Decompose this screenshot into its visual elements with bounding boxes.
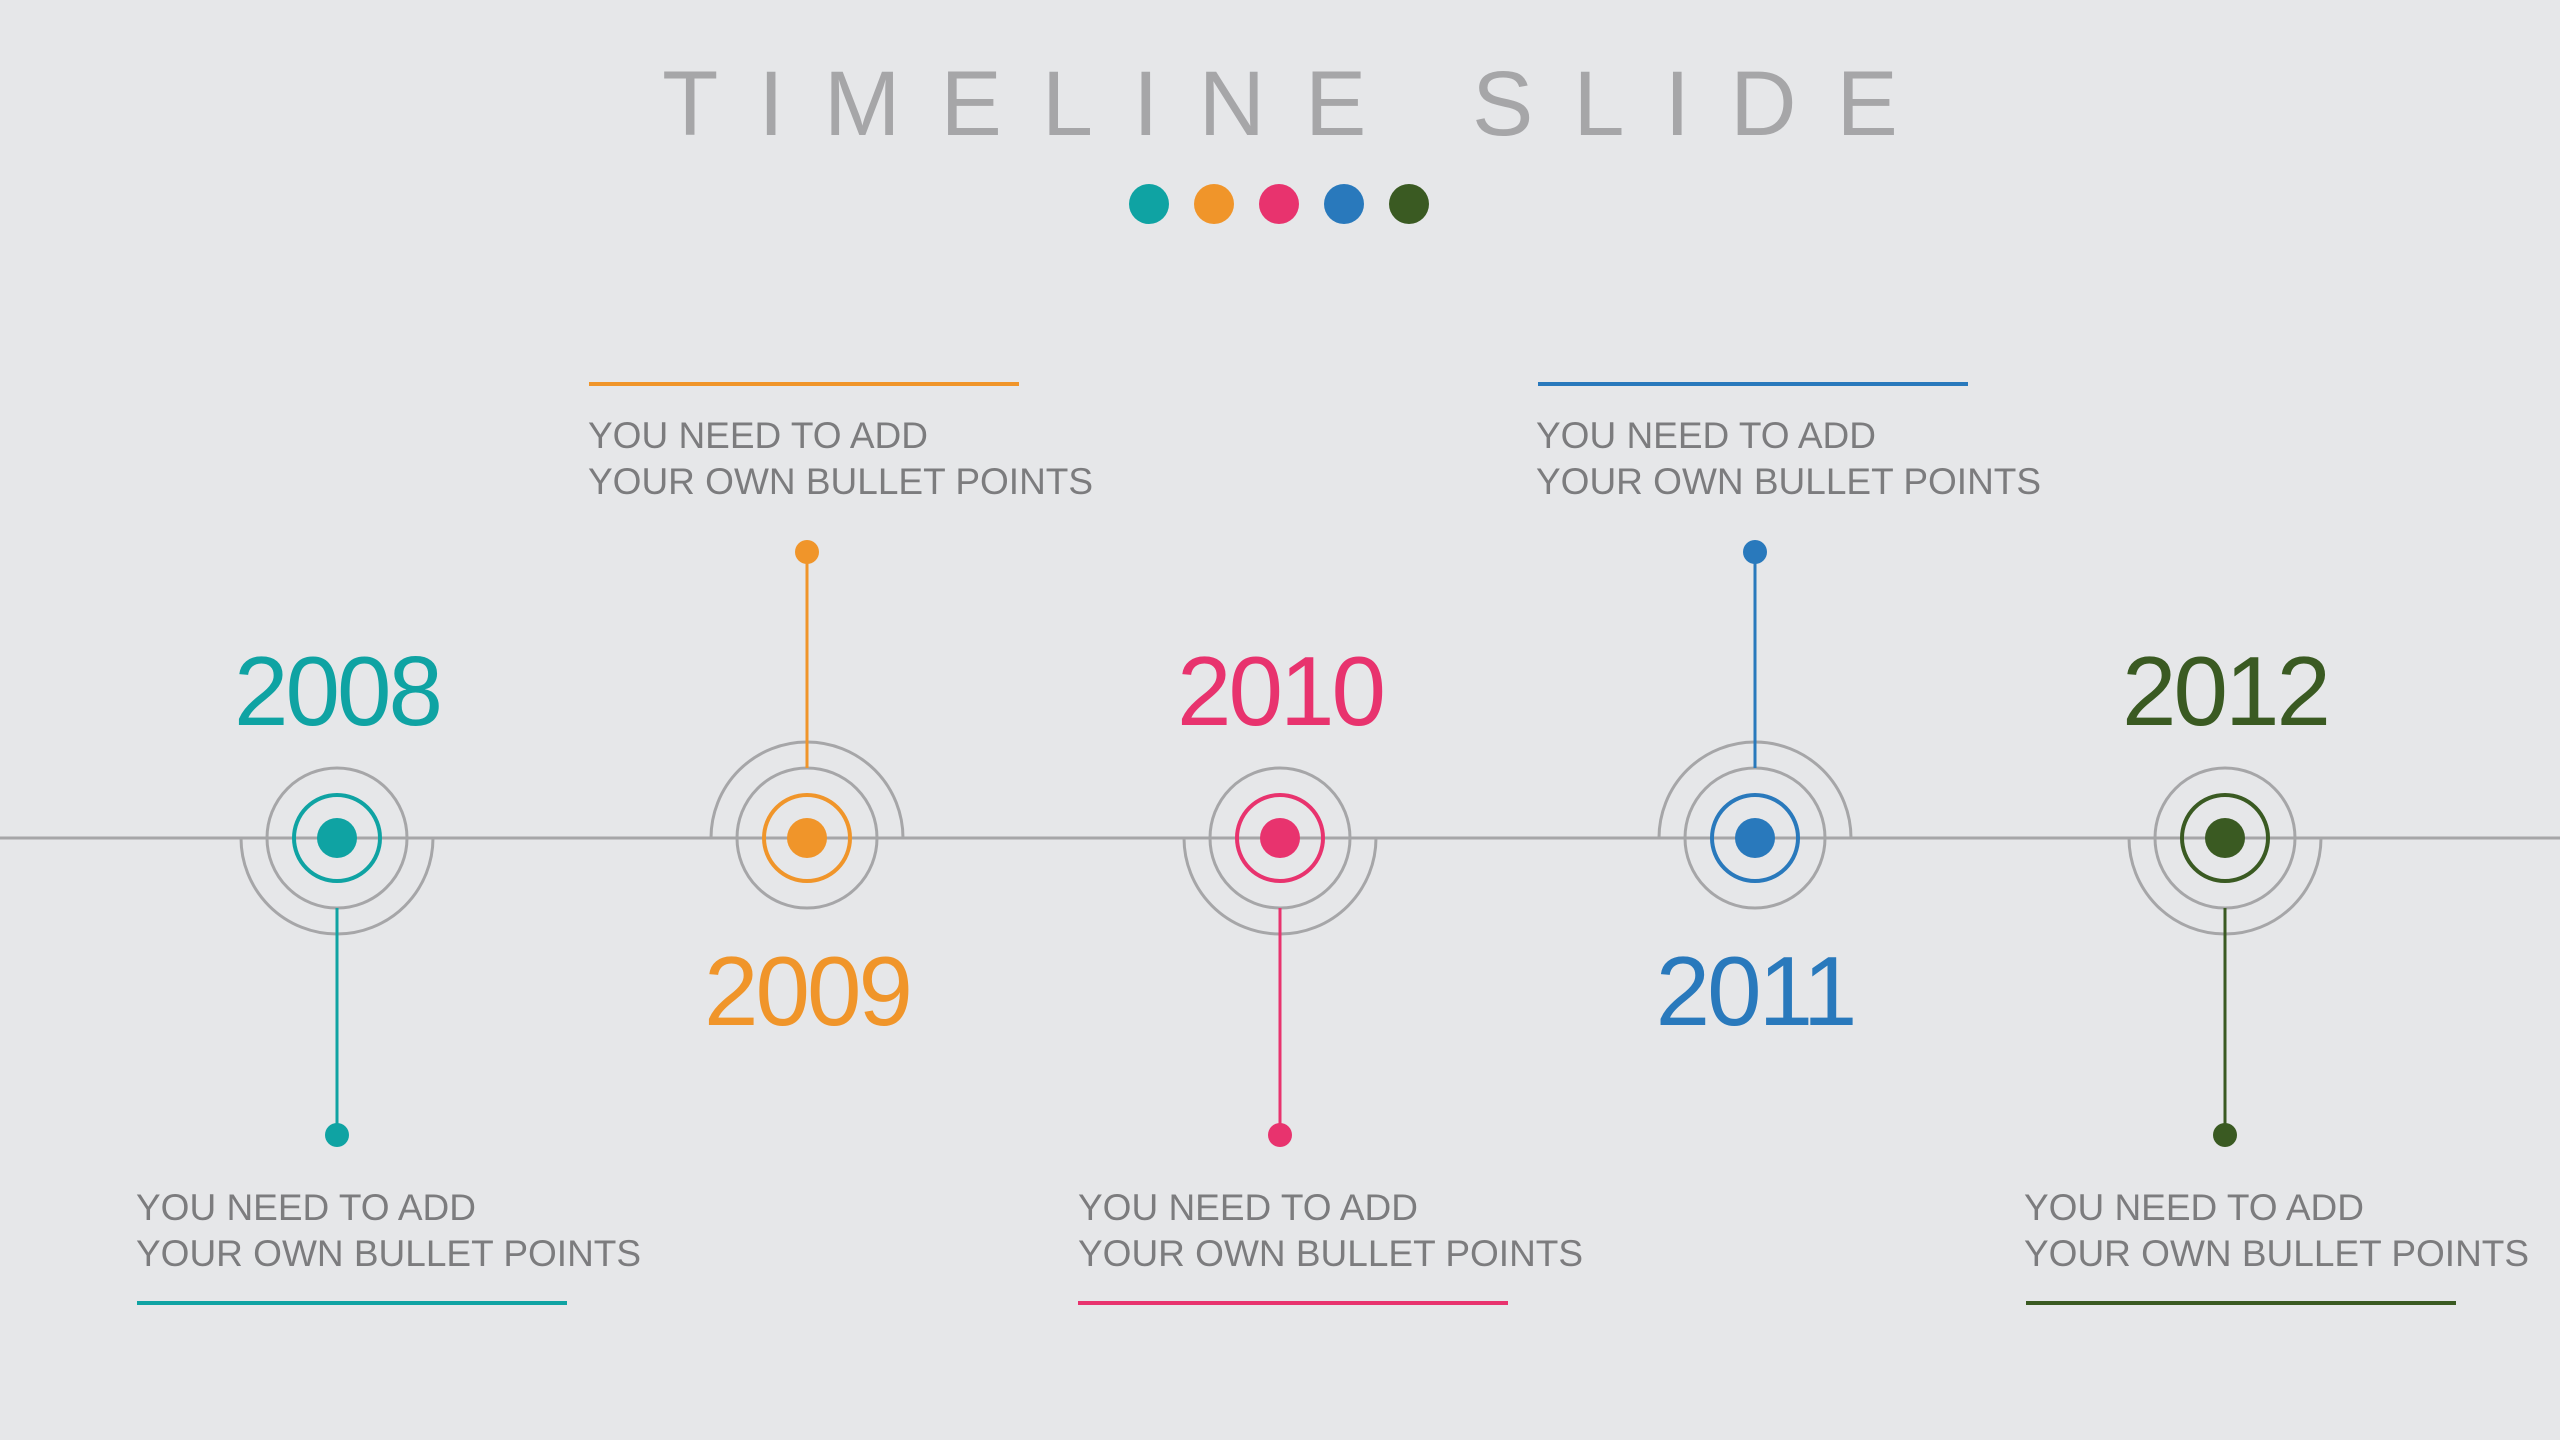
center-dot	[1260, 818, 1300, 858]
bullet-line-2: YOUR OWN BULLET POINTS	[136, 1233, 642, 1274]
center-dot	[1735, 818, 1775, 858]
year-label-2010: 2010	[1176, 636, 1386, 746]
connector-end-dot	[1743, 540, 1767, 564]
bullet-text-2012: YOU NEED TO ADD YOUR OWN BULLET POINTS	[2024, 1185, 2544, 1277]
color-dot-blue	[1324, 184, 1364, 224]
bullet-line-2: YOUR OWN BULLET POINTS	[2024, 1233, 2530, 1274]
bullet-line-1: YOU NEED TO ADD	[1536, 415, 1876, 456]
bullet-line-2: YOUR OWN BULLET POINTS	[588, 461, 1094, 502]
bullet-line-1: YOU NEED TO ADD	[136, 1187, 476, 1228]
year-label-2012: 2012	[2121, 636, 2331, 746]
bullet-line-1: YOU NEED TO ADD	[588, 415, 928, 456]
bullet-line-1: YOU NEED TO ADD	[2024, 1187, 2364, 1228]
timeline-slide: TIMELINE SLIDE 2008 2009 2010 2011 2012 …	[0, 0, 2560, 1440]
center-dot	[2205, 818, 2245, 858]
year-label-2011: 2011	[1655, 936, 1858, 1046]
color-dot-orange	[1194, 184, 1234, 224]
connector-end-dot	[795, 540, 819, 564]
center-dot	[787, 818, 827, 858]
connector-end-dot	[325, 1123, 349, 1147]
color-dot-pink	[1259, 184, 1299, 224]
connector-end-dot	[2213, 1123, 2237, 1147]
bullet-line-2: YOUR OWN BULLET POINTS	[1078, 1233, 1584, 1274]
connector-end-dot	[1268, 1123, 1292, 1147]
bullet-text-2008: YOU NEED TO ADD YOUR OWN BULLET POINTS	[136, 1185, 656, 1277]
color-dot-dark-green	[1389, 184, 1429, 224]
bullet-text-2011: YOU NEED TO ADD YOUR OWN BULLET POINTS	[1536, 413, 2056, 505]
year-label-2009: 2009	[703, 936, 913, 1046]
bullet-text-2009: YOU NEED TO ADD YOUR OWN BULLET POINTS	[588, 413, 1108, 505]
bullet-line-2: YOUR OWN BULLET POINTS	[1536, 461, 2042, 502]
center-dot	[317, 818, 357, 858]
bullet-line-1: YOU NEED TO ADD	[1078, 1187, 1418, 1228]
color-dots	[1129, 184, 1429, 224]
bullet-text-2010: YOU NEED TO ADD YOUR OWN BULLET POINTS	[1078, 1185, 1598, 1277]
color-dot-teal	[1129, 184, 1169, 224]
year-label-2008: 2008	[233, 636, 443, 746]
